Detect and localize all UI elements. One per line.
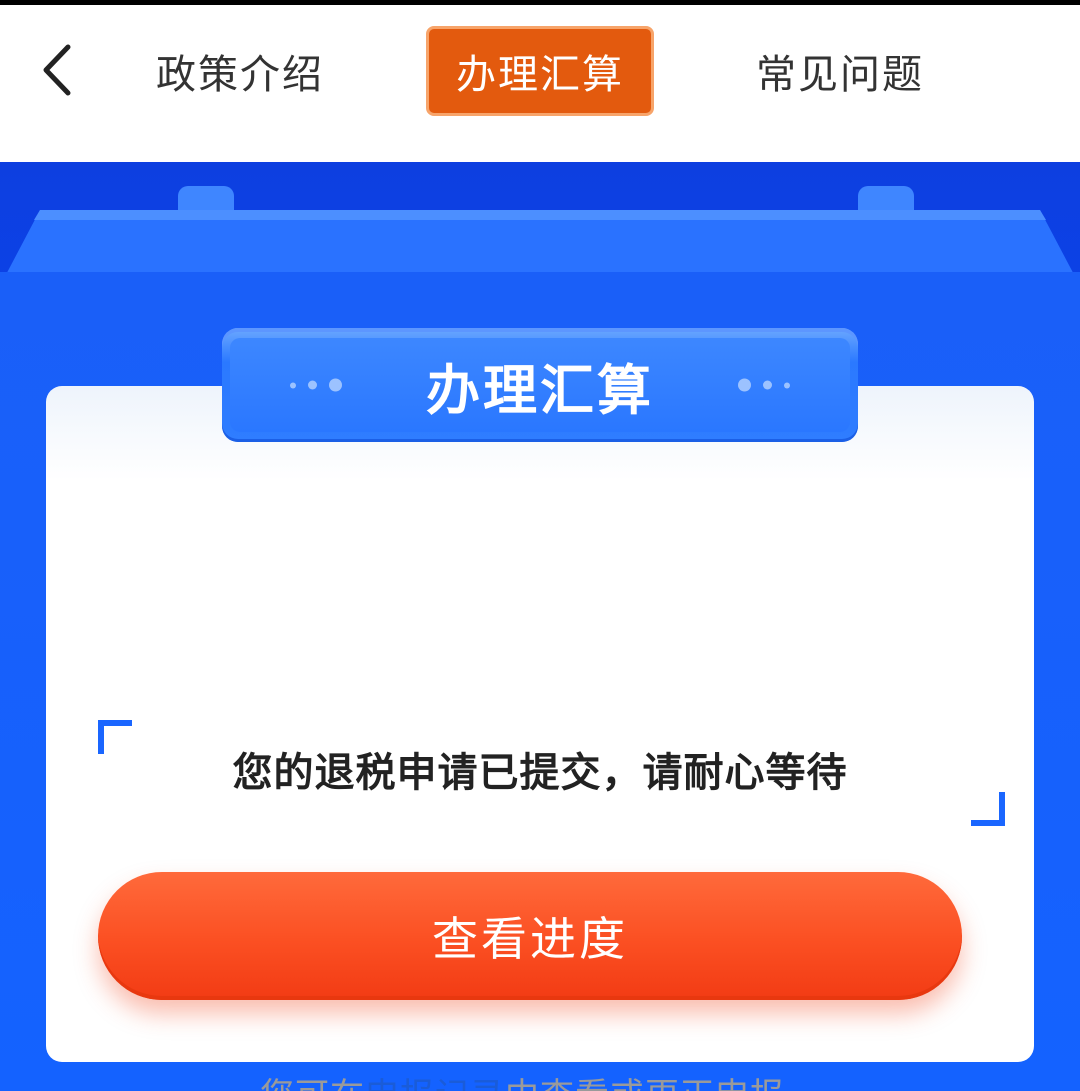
chevron-left-icon bbox=[43, 44, 71, 96]
card-title: 办理汇算 bbox=[426, 358, 654, 422]
tab-policy-intro[interactable]: 政策介绍 bbox=[140, 26, 340, 116]
back-button[interactable] bbox=[30, 35, 90, 105]
ribbon-dots-right bbox=[738, 378, 790, 392]
declaration-record-hint: 您可在申报记录中查看或更正申报。 bbox=[46, 1068, 1034, 1091]
view-progress-button[interactable]: 查看进度 bbox=[98, 872, 962, 1000]
top-navigation: 政策介绍 办理汇算 常见问题 bbox=[0, 5, 1080, 162]
hint-suffix: 中查看或更正申报。 bbox=[505, 1076, 820, 1091]
status-message: 您的退税申请已提交，请耐心等待 bbox=[232, 750, 848, 796]
view-progress-label: 查看进度 bbox=[432, 912, 628, 966]
hero-background: 办理汇算 您的退税申请已提交，请耐心等待 查看进度 您可在申报记录中查看或更正申… bbox=[0, 162, 1080, 1091]
tab-handle-settlement[interactable]: 办理汇算 bbox=[426, 26, 654, 116]
declaration-record-link[interactable]: 申报记录 bbox=[365, 1076, 505, 1091]
hint-prefix: 您可在 bbox=[260, 1076, 365, 1091]
card-title-ribbon: 办理汇算 bbox=[222, 328, 858, 442]
board-frame-decoration bbox=[5, 186, 1075, 276]
tab-faq[interactable]: 常见问题 bbox=[740, 26, 940, 116]
ribbon-dots-left bbox=[290, 378, 342, 392]
